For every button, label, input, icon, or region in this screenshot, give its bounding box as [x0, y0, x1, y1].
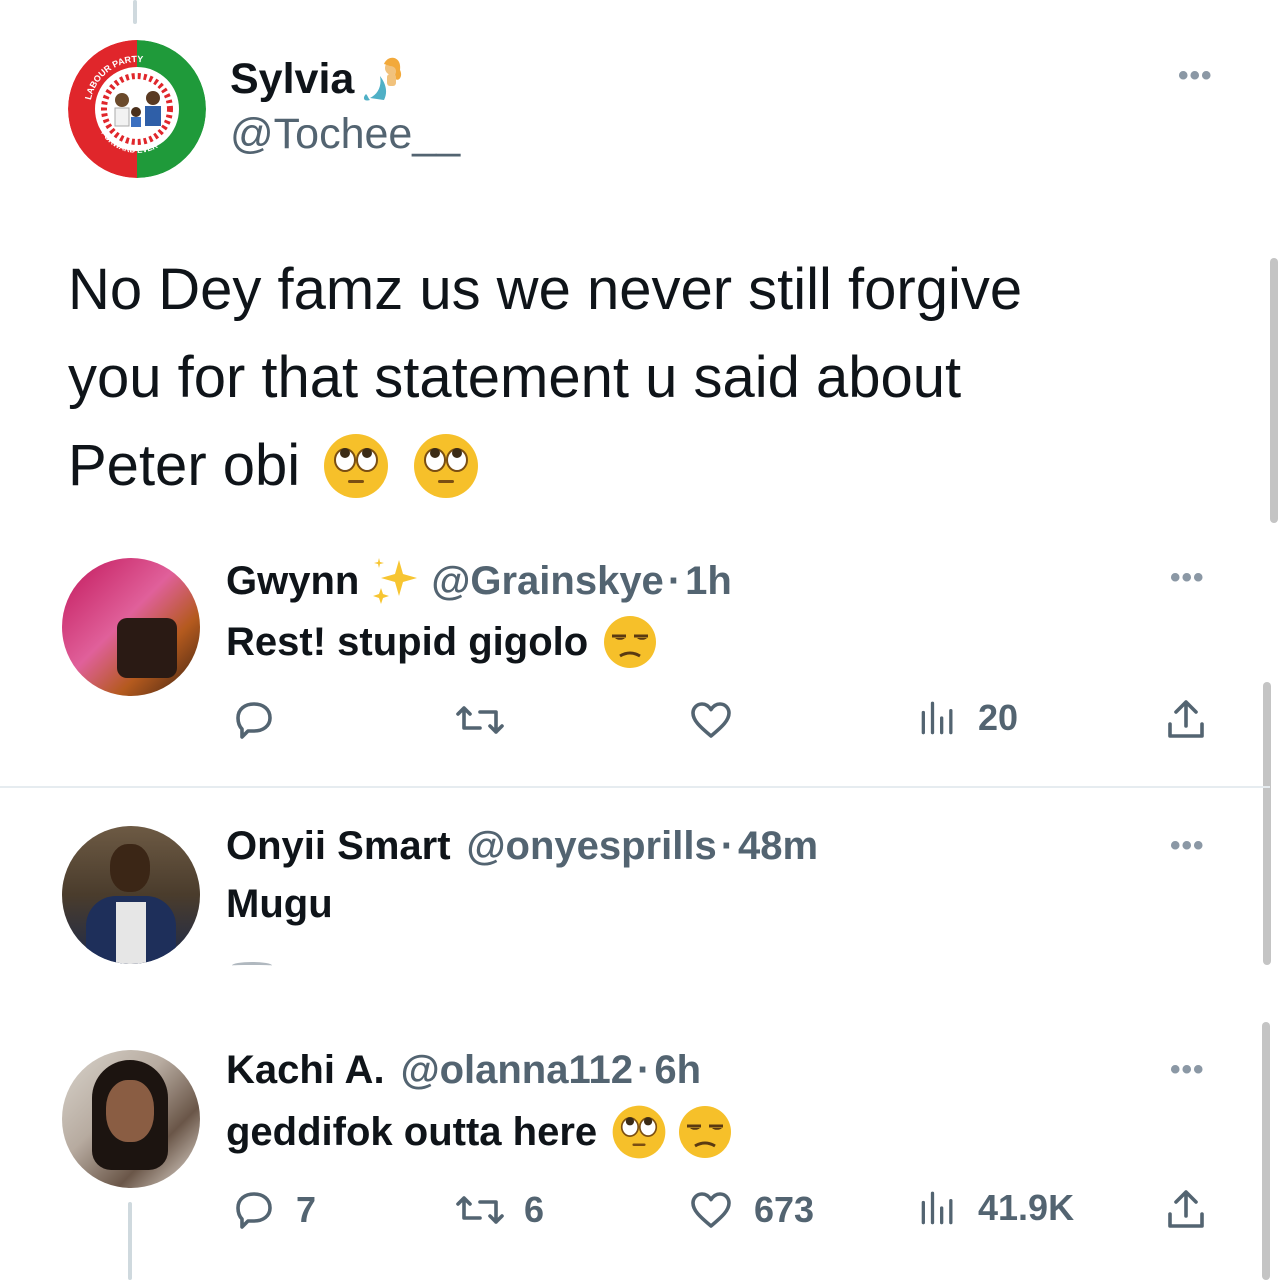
reply-2-more-options[interactable]: •••: [1170, 831, 1205, 861]
unamused-face-emoji: [604, 616, 657, 668]
rolling-eyes-emoji: [324, 434, 389, 498]
scrollbar-1[interactable]: [1270, 258, 1278, 523]
reply-3-more-options[interactable]: •••: [1170, 1055, 1205, 1085]
main-tweet-text: No Dey famz us we never still forgive yo…: [68, 246, 1022, 510]
views-icon: [921, 701, 953, 735]
reply-1-text: Rest! stupid gigolo: [226, 619, 589, 664]
reply-1-time[interactable]: 1h: [685, 559, 732, 604]
reply-3-like-count: 673: [754, 1189, 815, 1230]
tweet-line-3: Peter obi: [68, 422, 1022, 510]
reply-1-handle[interactable]: @Grainskye: [431, 559, 663, 604]
reply-1-share-button[interactable]: [1162, 696, 1210, 744]
main-author[interactable]: Sylvia: [230, 54, 410, 104]
main-handle[interactable]: @Tochee__: [230, 110, 460, 159]
reply-1-retweet-button[interactable]: [454, 696, 506, 744]
heart-icon: [691, 1192, 731, 1228]
reply-2-text: Mugu: [226, 882, 333, 926]
reply-3-header: Kachi A. @olanna112 · 6h: [226, 1048, 701, 1093]
reply-1-body: Rest! stupid gigolo: [226, 614, 658, 670]
reply-3-display-name[interactable]: Kachi A.: [226, 1048, 385, 1093]
rolling-eyes-emoji: [414, 434, 479, 498]
reply-icon: [236, 1192, 272, 1229]
heart-icon: [691, 702, 731, 738]
tweet-line-2: you for that statement u said about: [68, 345, 962, 410]
reply-3-avatar[interactable]: [62, 1050, 200, 1188]
reply-1-avatar[interactable]: [62, 558, 200, 696]
retweet-icon: [456, 1196, 504, 1224]
reply-1-separator: ·: [667, 558, 682, 603]
sparkles-icon: [373, 558, 418, 604]
retweet-icon: [456, 706, 504, 734]
main-avatar[interactable]: LABOUR PARTY FORWARD EVER: [68, 40, 206, 178]
avatar-shirt-shape: [116, 902, 146, 964]
reply-2-actions-clipped: [226, 960, 1216, 966]
reply-1-header: Gwynn @Grainskye · 1h: [226, 556, 732, 606]
scrollbar-2[interactable]: [1263, 682, 1271, 965]
reply-1-display-name[interactable]: Gwynn: [226, 559, 359, 604]
reply-1-more-options[interactable]: •••: [1170, 563, 1205, 593]
main-display-name: Sylvia: [230, 54, 355, 103]
reply-1-like-button[interactable]: [686, 696, 736, 744]
main-more-options[interactable]: •••: [1178, 61, 1213, 91]
unamused-face-emoji: [679, 1106, 732, 1158]
reply-3-time[interactable]: 6h: [654, 1048, 701, 1093]
scrollbar-3[interactable]: [1262, 1022, 1270, 1280]
reply-divider: [0, 786, 1270, 788]
reply-3-reply-button[interactable]: 7: [230, 1186, 316, 1234]
reply-2-separator: ·: [720, 824, 735, 868]
reply-3-body: geddifok outta here: [226, 1104, 733, 1160]
reply-1-views-count: 20: [978, 697, 1019, 738]
reply-3-retweet-count: 6: [524, 1189, 545, 1230]
tweet-line-3-text: Peter obi: [68, 433, 301, 498]
reply-1-actions: 20: [226, 696, 1216, 746]
reply-2-time[interactable]: 48m: [738, 824, 818, 869]
share-icon: [1168, 700, 1204, 738]
reply-2-body: Mugu: [226, 882, 333, 927]
share-icon: [1168, 1190, 1204, 1228]
avatar-head-shape: [110, 844, 150, 892]
rolling-eyes-emoji: [612, 1105, 666, 1159]
reply-3-like-button[interactable]: 673: [686, 1186, 814, 1234]
reply-3-reply-count: 7: [296, 1189, 317, 1230]
reply-3-handle[interactable]: @olanna112: [401, 1048, 633, 1093]
reply-3-retweet-button[interactable]: 6: [454, 1186, 544, 1234]
reply-icon: [236, 702, 272, 739]
thread-line-bottom: [128, 1202, 132, 1280]
reply-1-reply-button[interactable]: [230, 696, 278, 744]
reply-3-share-button[interactable]: [1162, 1186, 1210, 1234]
reply-3-views[interactable]: 41.9K: [916, 1186, 1074, 1230]
avatar-face-shape: [106, 1080, 154, 1142]
reply-2-display-name[interactable]: Onyii Smart: [226, 824, 451, 869]
reply-2-header: Onyii Smart @onyesprills · 48m: [226, 824, 818, 869]
views-icon: [921, 1191, 953, 1225]
thread-line-top: [133, 0, 137, 24]
reply-2-handle[interactable]: @onyesprills: [467, 824, 717, 869]
reply-3-separator: ·: [637, 1048, 651, 1092]
mermaid-icon: [364, 57, 402, 101]
reply-3-actions: 7 6 673 41.9K: [226, 1186, 1216, 1236]
avatar-bag-shape: [117, 618, 177, 678]
clipped-reply-icon: [232, 962, 272, 966]
labour-party-logo: LABOUR PARTY FORWARD EVER: [68, 40, 206, 178]
reply-1-views[interactable]: 20: [916, 696, 1018, 740]
reply-3-views-count: 41.9K: [978, 1187, 1075, 1228]
reply-2-avatar[interactable]: [62, 826, 200, 964]
tweet-line-1: No Dey famz us we never still forgive: [68, 257, 1023, 322]
reply-3-text: geddifok outta here: [226, 1109, 598, 1154]
